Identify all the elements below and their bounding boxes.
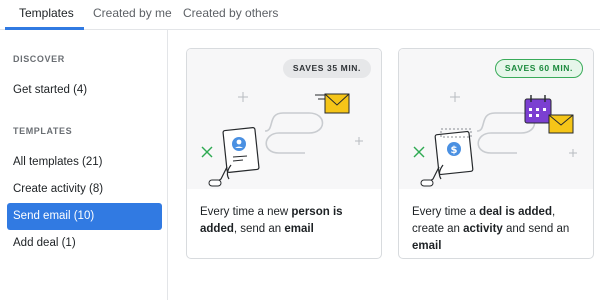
sidebar: DISCOVER Get started (4) TEMPLATES All t… [0, 30, 168, 300]
template-card-person-added[interactable]: SAVES 35 MIN. Every time a new person is… [186, 48, 382, 259]
envelope-icon [315, 93, 350, 114]
sidebar-item-send-email[interactable]: Send email (10) [7, 203, 162, 230]
tab-created-by-others[interactable]: Created by others [183, 6, 278, 20]
sparkle-icon [201, 146, 213, 158]
templates-heading: TEMPLATES [13, 126, 73, 136]
card-illustration: SAVES 35 MIN. [187, 49, 381, 189]
sparkle-icon [238, 92, 248, 102]
time-saved-badge: SAVES 60 MIN. [494, 59, 583, 78]
tab-bar: Templates Created by me Created by other… [0, 0, 600, 30]
flow-path [264, 112, 324, 154]
envelope-icon [548, 114, 574, 134]
sidebar-item-add-deal[interactable]: Add deal (1) [7, 230, 162, 257]
time-saved-badge: SAVES 35 MIN. [282, 59, 371, 78]
sidebar-item-create-activity[interactable]: Create activity (8) [7, 176, 162, 203]
card-illustration: $ SAVES 60 MIN. [399, 49, 593, 189]
sparkle-icon [413, 146, 425, 158]
tab-templates[interactable]: Templates [19, 6, 74, 20]
sparkle-icon [450, 92, 460, 102]
template-card-deal-added[interactable]: $ SAVES 60 MIN. Every time a deal is add… [398, 48, 594, 259]
discover-heading: DISCOVER [13, 54, 65, 64]
calendar-icon [524, 95, 552, 124]
sparkle-icon [355, 137, 363, 145]
card-description: Every time a deal is added, create an ac… [412, 206, 570, 252]
sidebar-item-get-started[interactable]: Get started (4) [7, 77, 162, 104]
dollar-clipboard-icon: $ [420, 128, 474, 187]
card-description: Every time a new person is added, send a… [200, 206, 343, 235]
tab-created-by-me[interactable]: Created by me [93, 6, 172, 20]
svg-text:$: $ [451, 145, 458, 156]
person-card-icon [208, 127, 260, 187]
sidebar-item-all-templates[interactable]: All templates (21) [7, 149, 162, 176]
sparkle-icon [569, 149, 577, 157]
